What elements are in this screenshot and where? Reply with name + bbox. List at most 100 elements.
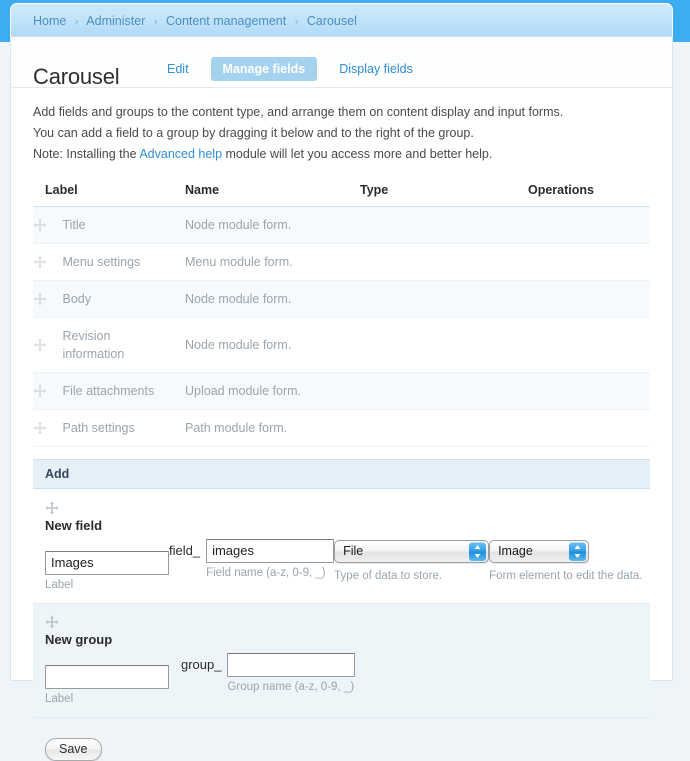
row-label-text: File attachments <box>62 384 155 398</box>
fields-table-head: Label Name Type Operations <box>33 179 650 207</box>
table-row[interactable]: Menu settings Menu module form. <box>33 243 650 281</box>
drag-handle-icon[interactable] <box>45 501 59 515</box>
new-group-name-input[interactable] <box>227 653 356 678</box>
column-header-label: Label <box>33 179 185 207</box>
drag-handle-icon[interactable] <box>33 384 47 398</box>
new-field-widget-hint: Form element to edit the data. <box>489 569 643 582</box>
row-type-cell <box>360 206 528 244</box>
row-name-cell: Node module form. <box>185 206 360 244</box>
new-field-name-input[interactable] <box>206 538 335 563</box>
drag-handle-icon[interactable] <box>33 292 47 306</box>
row-name-cell: Upload module form. <box>185 372 360 410</box>
row-label-cell: File attachments <box>33 372 185 410</box>
drag-handle-icon[interactable] <box>33 218 47 232</box>
new-field-name-wrap: Field name (a-z, 0-9, _) <box>206 538 335 579</box>
help-text: Add fields and groups to the content typ… <box>11 88 672 171</box>
column-header-operations: Operations <box>528 179 650 207</box>
column-header-name: Name <box>185 179 360 207</box>
row-label-text: Title <box>62 218 86 232</box>
tab-display-fields[interactable]: Display fields <box>331 58 421 80</box>
new-field-name-col: field_ Field name (a-z, 0-9, _) <box>169 538 335 579</box>
form-actions: Save <box>11 718 672 761</box>
new-field-type-col: File Type of data to store. <box>334 539 490 582</box>
row-label-cell: Menu settings <box>33 243 185 281</box>
content-panel: Carousel Edit Manage fields Display fiel… <box>10 36 673 761</box>
breadcrumb-item-administer[interactable]: Administer <box>86 14 145 28</box>
row-label-cell: Title <box>33 206 185 244</box>
new-group-name-col: group_ Group name (a-z, 0-9, _) <box>181 653 399 693</box>
new-field-widget-col: Image Form element to edit the data. <box>489 539 643 582</box>
help-line-3-suffix: module will let you access more and bett… <box>222 147 493 161</box>
row-name-cell: Menu module form. <box>185 243 360 281</box>
page-title: Carousel <box>33 63 120 89</box>
row-type-cell <box>360 280 528 318</box>
up-down-arrows-icon[interactable] <box>569 541 587 561</box>
advanced-help-link[interactable]: Advanced help <box>139 147 222 161</box>
save-button[interactable]: Save <box>45 738 102 761</box>
breadcrumb: Home › Administer › Content management ›… <box>10 3 673 39</box>
new-group-name-wrap: Group name (a-z, 0-9, _) <box>227 653 356 694</box>
table-row[interactable]: Path settings Path module form. <box>33 409 650 447</box>
page-header: Carousel Edit Manage fields Display fiel… <box>11 37 672 89</box>
drag-handle-icon[interactable] <box>33 255 47 269</box>
row-operations-cell <box>528 206 650 244</box>
breadcrumb-separator: › <box>294 16 299 28</box>
new-group-name-prefix: group_ <box>181 657 222 673</box>
row-type-cell <box>360 317 528 373</box>
up-down-arrows-icon[interactable] <box>469 541 487 561</box>
drag-handle-icon[interactable] <box>33 338 47 352</box>
table-row[interactable]: Body Node module form. <box>33 280 650 318</box>
new-field-type-value: File <box>343 543 364 558</box>
help-line-2: You can add a field to a group by draggi… <box>33 126 474 140</box>
row-name-cell: Node module form. <box>185 317 360 373</box>
new-field-heading: New field <box>45 517 103 533</box>
row-label-cell: Body <box>33 280 185 318</box>
new-field-name-hint: Field name (a-z, 0-9, _) <box>206 566 326 579</box>
row-type-cell <box>360 409 528 447</box>
new-field-label-hint: Label <box>45 578 74 591</box>
new-field-handle-line <box>45 499 638 515</box>
new-field-inputs: Label field_ Field name (a-z, 0-9, _) Fi… <box>45 538 643 591</box>
fields-table: Label Name Type Operations Title Node mo… <box>33 179 650 447</box>
new-field-type-select[interactable]: File <box>334 539 490 563</box>
tab-edit[interactable]: Edit <box>159 58 197 80</box>
new-group-name-hint: Group name (a-z, 0-9, _) <box>227 681 355 694</box>
new-group-handle-line <box>45 614 638 630</box>
new-field-label-input[interactable] <box>45 550 169 575</box>
breadcrumb-item-home[interactable]: Home <box>33 14 66 28</box>
row-label-text: Revision information <box>62 329 125 361</box>
row-label-text: Body <box>62 292 91 306</box>
tab-bar: Edit Manage fields Display fields <box>159 57 421 81</box>
row-type-cell <box>360 372 528 410</box>
new-group-label-input[interactable] <box>45 665 169 690</box>
new-field-label-col: Label <box>45 539 169 591</box>
add-section-header: Add <box>33 459 650 489</box>
row-operations-cell <box>528 372 650 410</box>
new-field-name-prefix: field_ <box>169 542 201 558</box>
breadcrumb-separator: › <box>153 16 158 28</box>
row-label-text: Path settings <box>62 421 135 435</box>
row-name-cell: Path module form. <box>185 409 360 447</box>
new-field-widget-value: Image <box>498 543 533 558</box>
new-group-label-col: Label <box>45 653 181 705</box>
new-group-row: New group Label group_ Group name (a-z, … <box>33 603 650 719</box>
table-row[interactable]: Revision information Node module form. <box>33 317 650 373</box>
new-field-widget-select[interactable]: Image <box>489 539 590 563</box>
row-label-text: Menu settings <box>62 255 141 269</box>
tab-manage-fields[interactable]: Manage fields <box>210 57 318 81</box>
help-line-1: Add fields and groups to the content typ… <box>33 105 564 119</box>
new-group-spacer-type <box>399 653 567 654</box>
drag-handle-icon[interactable] <box>33 421 47 435</box>
breadcrumb-separator: › <box>74 16 79 28</box>
table-row[interactable]: File attachments Upload module form. <box>33 372 650 410</box>
new-field-row: New field Label field_ Field name (a-z, … <box>33 489 650 604</box>
help-line-3: Note: Installing the Advanced help modul… <box>33 144 650 165</box>
new-group-inputs: Label group_ Group name (a-z, 0-9, _) <box>45 653 638 705</box>
table-row[interactable]: Title Node module form. <box>33 206 650 244</box>
breadcrumb-item-carousel[interactable]: Carousel <box>307 14 357 28</box>
row-operations-cell <box>528 243 650 281</box>
breadcrumb-item-content-management[interactable]: Content management <box>166 14 286 28</box>
row-type-cell <box>360 243 528 281</box>
drag-handle-icon[interactable] <box>45 615 59 629</box>
fields-table-body: Title Node module form. Menu settings Me… <box>33 206 650 447</box>
